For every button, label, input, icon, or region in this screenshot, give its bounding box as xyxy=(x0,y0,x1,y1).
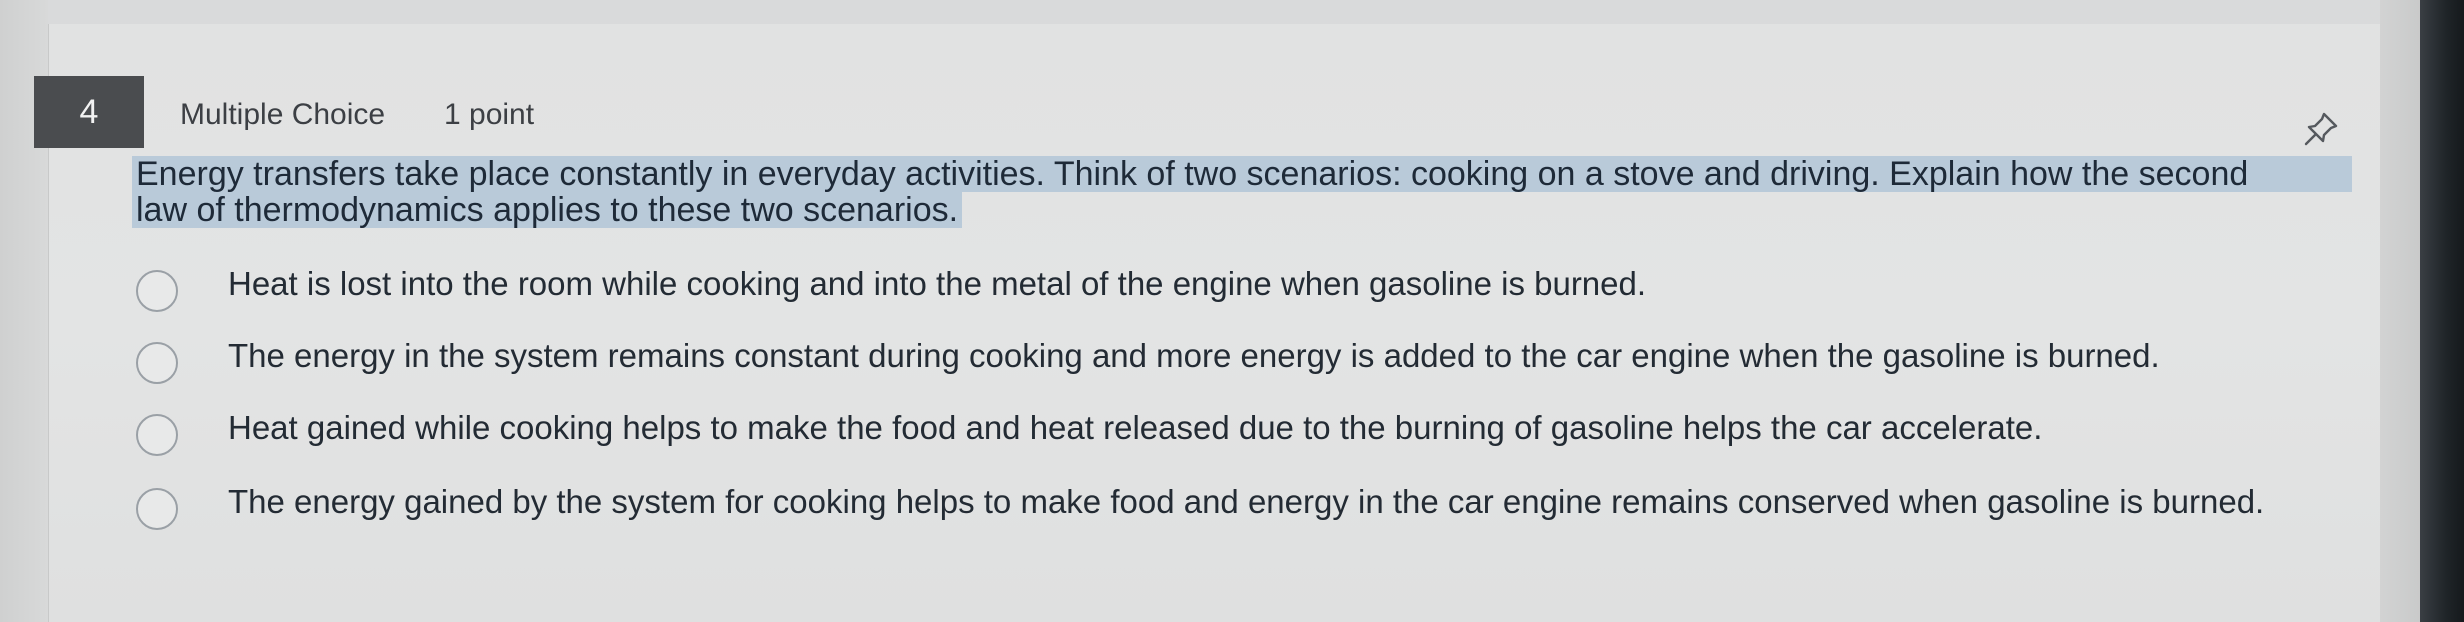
radio-circle-icon[interactable] xyxy=(136,488,178,530)
answer-option-4-text: The energy gained by the system for cook… xyxy=(228,483,2265,520)
pin-icon[interactable] xyxy=(2300,108,2342,150)
answer-option-4[interactable]: The energy gained by the system for cook… xyxy=(136,480,2356,530)
question-number-badge: 4 xyxy=(34,76,144,148)
screen-right-edge xyxy=(2380,0,2420,622)
monitor-bezel xyxy=(2420,0,2464,622)
answer-option-1[interactable]: Heat is lost into the room while cooking… xyxy=(136,262,2356,312)
answer-option-3[interactable]: Heat gained while cooking helps to make … xyxy=(136,406,2356,456)
radio-circle-icon[interactable] xyxy=(136,342,178,384)
question-points-label: 1 point xyxy=(444,98,535,131)
question-text-line-2: law of thermodynamics applies to these t… xyxy=(132,192,963,228)
question-text-line-1: Energy transfers take place constantly i… xyxy=(132,156,2352,192)
question-card xyxy=(48,24,2381,622)
answer-option-3-text: Heat gained while cooking helps to make … xyxy=(228,409,2043,446)
radio-circle-icon[interactable] xyxy=(136,414,178,456)
question-prompt: Energy transfers take place constantly i… xyxy=(132,156,2352,228)
question-type-label: Multiple Choice xyxy=(180,98,386,131)
answer-option-2-text: The energy in the system remains constan… xyxy=(228,337,2160,374)
radio-circle-icon[interactable] xyxy=(136,270,178,312)
answer-option-2[interactable]: The energy in the system remains constan… xyxy=(136,334,2356,384)
answer-option-1-text: Heat is lost into the room while cooking… xyxy=(228,265,1647,302)
